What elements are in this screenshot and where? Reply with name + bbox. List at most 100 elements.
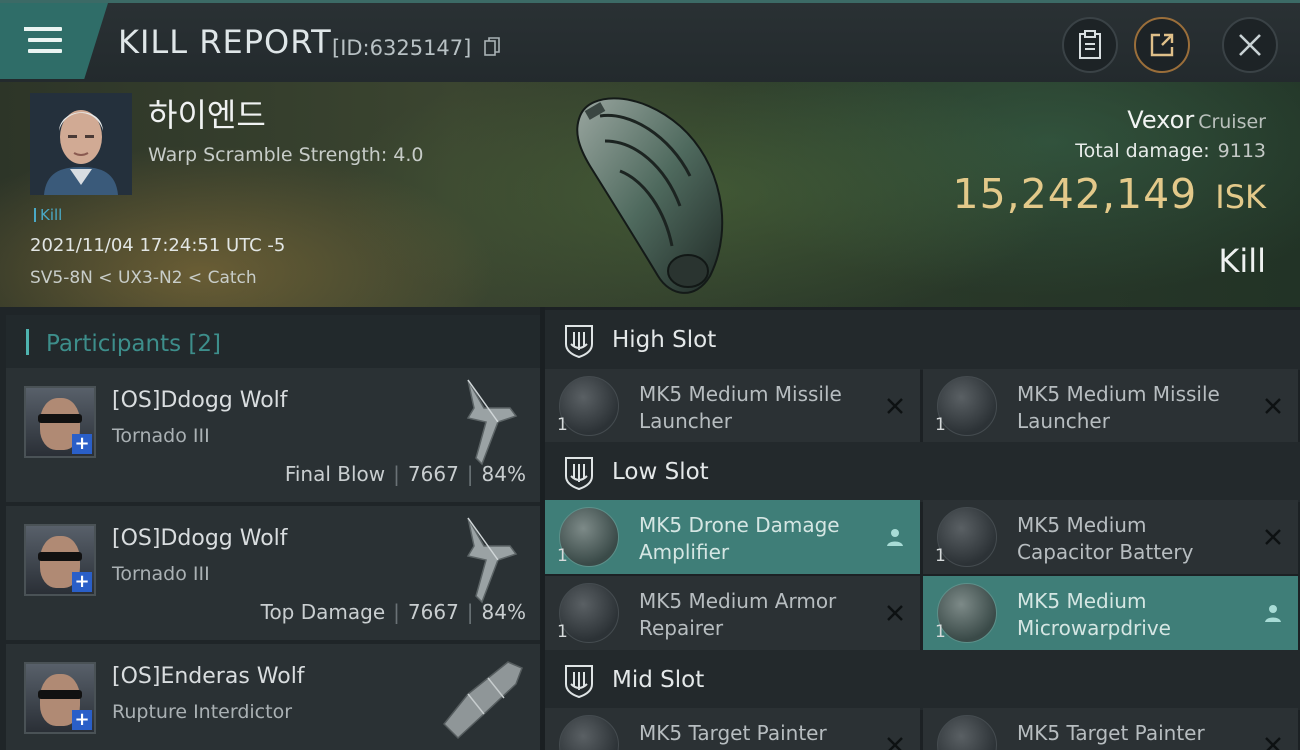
participant-damage: 7667 [407, 600, 459, 624]
module-name: MK5 Medium [1017, 513, 1147, 537]
dropped-person-icon [887, 529, 903, 546]
module-item[interactable]: 1 MK5 Drone Damage Amplifier [545, 500, 920, 574]
module-name: MK5 Target Painter [1017, 721, 1205, 745]
participant-row[interactable]: + [OS]Ddogg Wolf Tornado III Top Damage |… [6, 506, 540, 640]
participant-avatar[interactable]: + [24, 662, 96, 734]
high-slot-icon [565, 325, 593, 358]
total-damage-value: 9113 [1217, 140, 1266, 162]
page-title: KILL REPORT [118, 23, 332, 61]
fitting-panel: High Slot 1 MK5 Medium Missile Launcher 1… [545, 307, 1300, 750]
isk-value: 15,242,149 [952, 170, 1198, 218]
low-slot-label: Low Slot [612, 459, 709, 485]
module-name: MK5 Target Painter [639, 721, 827, 745]
low-slot-header: Low Slot [545, 442, 1300, 502]
participant-avatar[interactable]: + [24, 524, 96, 596]
target-painter-icon [937, 715, 997, 750]
destroyed-icon [1265, 737, 1281, 750]
participants-title: Participants [2] [46, 331, 221, 357]
result-label: Kill [1218, 242, 1266, 280]
participants-header: Participants [2] [6, 315, 540, 371]
copy-icon[interactable] [484, 37, 500, 57]
participant-role: Top Damage [260, 600, 386, 624]
report-id: [ID:6325147] [332, 36, 472, 60]
module-item[interactable]: 1 MK5 Medium Microwarpdrive [923, 576, 1298, 650]
module-quantity: 1 [557, 415, 568, 435]
microwarpdrive-icon [937, 583, 997, 643]
destroyed-icon [887, 398, 903, 414]
clipboard-button[interactable] [1062, 17, 1118, 73]
destroyed-icon [1265, 398, 1281, 414]
module-name: MK5 Drone Damage [639, 513, 840, 537]
participant-ship-icon [442, 661, 523, 740]
module-item[interactable]: 1 MK5 Medium Missile Launcher [923, 369, 1298, 443]
destroyed-icon [887, 605, 903, 621]
kill-datetime: 2021/11/04 17:24:51 UTC -5 [30, 235, 286, 256]
close-button[interactable] [1222, 17, 1278, 73]
participants-panel: Participants [2] + [OS]Ddogg Wolf Tornad… [0, 307, 540, 750]
module-item[interactable]: 1 MK5 Target Painter [923, 708, 1298, 750]
drone-damage-amplifier-icon [559, 507, 619, 567]
participant-name: [OS]Ddogg Wolf [112, 388, 288, 413]
module-quantity: 1 [557, 546, 568, 566]
module-quantity: 1 [935, 415, 946, 435]
participant-row[interactable]: + [OS]Enderas Wolf Rupture Interdictor [6, 644, 540, 750]
mid-slot-icon [565, 665, 593, 698]
armor-repairer-icon [559, 583, 619, 643]
victim-portrait[interactable] [30, 93, 132, 195]
participant-percent: 84% [481, 462, 526, 486]
add-contact-icon[interactable]: + [72, 572, 92, 592]
module-name: MK5 Medium [1017, 589, 1147, 613]
missile-launcher-icon [937, 376, 997, 436]
add-contact-icon[interactable]: + [72, 434, 92, 454]
add-contact-icon[interactable]: + [72, 710, 92, 730]
participant-name: [OS]Enderas Wolf [112, 664, 305, 689]
warp-scramble-strength: Warp Scramble Strength: 4.0 [148, 144, 424, 166]
mid-slot-header: Mid Slot [545, 650, 1300, 710]
victim-ship-name: Vexor [1127, 106, 1195, 134]
participant-role: Final Blow [284, 462, 386, 486]
participant-avatar[interactable]: + [24, 386, 96, 458]
destroyed-icon [1265, 529, 1281, 545]
participant-ship-icon [466, 517, 518, 604]
dropped-person-icon [1265, 605, 1281, 622]
participant-ship: Tornado III [112, 563, 210, 585]
participant-percent: 84% [481, 600, 526, 624]
participant-ship: Rupture Interdictor [112, 701, 292, 723]
module-quantity: 1 [935, 546, 946, 566]
participant-row[interactable]: + [OS]Ddogg Wolf Tornado III Final Blow |… [6, 368, 540, 502]
capacitor-battery-icon [937, 507, 997, 567]
participant-ship-icon [466, 379, 518, 466]
destroyed-icon [887, 737, 903, 750]
kill-tag: Kill [34, 206, 62, 224]
module-name: MK5 Medium Missile [639, 382, 842, 406]
share-button[interactable] [1134, 17, 1190, 73]
participant-ship: Tornado III [112, 425, 210, 447]
missile-launcher-icon [559, 376, 619, 436]
module-item[interactable]: 1 MK5 Target Painter [545, 708, 920, 750]
clipboard-icon [1079, 30, 1101, 59]
low-slot-icon [565, 457, 593, 490]
module-item[interactable]: 1 MK5 Medium Capacitor Battery [923, 500, 1298, 574]
victim-ship-image [576, 97, 724, 294]
share-icon [1150, 33, 1174, 57]
victim-name: 하이엔드 [148, 96, 266, 134]
module-name: MK5 Medium Missile [1017, 382, 1220, 406]
close-icon [1239, 34, 1261, 56]
mid-slot-label: Mid Slot [612, 667, 705, 693]
kill-location-route: SV5-8N < UX3-N2 < Catch [30, 268, 257, 288]
target-painter-icon [559, 715, 619, 750]
victim-ship-class: Cruiser [1198, 111, 1266, 133]
participant-name: [OS]Ddogg Wolf [112, 526, 288, 551]
victim-avatar [30, 93, 132, 195]
module-name: MK5 Medium Armor [639, 589, 837, 613]
header-bar: KILL REPORT [ID:6325147] [0, 0, 1300, 82]
high-slot-label: High Slot [612, 327, 717, 353]
menu-button[interactable] [0, 3, 108, 79]
high-slot-header: High Slot [545, 310, 1300, 370]
module-item[interactable]: 1 MK5 Medium Missile Launcher [545, 369, 920, 443]
module-quantity: 1 [557, 622, 568, 642]
kill-summary: 하이엔드 Warp Scramble Strength: 4.0 Kill 20… [0, 82, 1300, 307]
participant-damage: 7667 [407, 462, 459, 486]
total-damage-label: Total damage: [1075, 140, 1210, 162]
module-item[interactable]: 1 MK5 Medium Armor Repairer [545, 576, 920, 650]
